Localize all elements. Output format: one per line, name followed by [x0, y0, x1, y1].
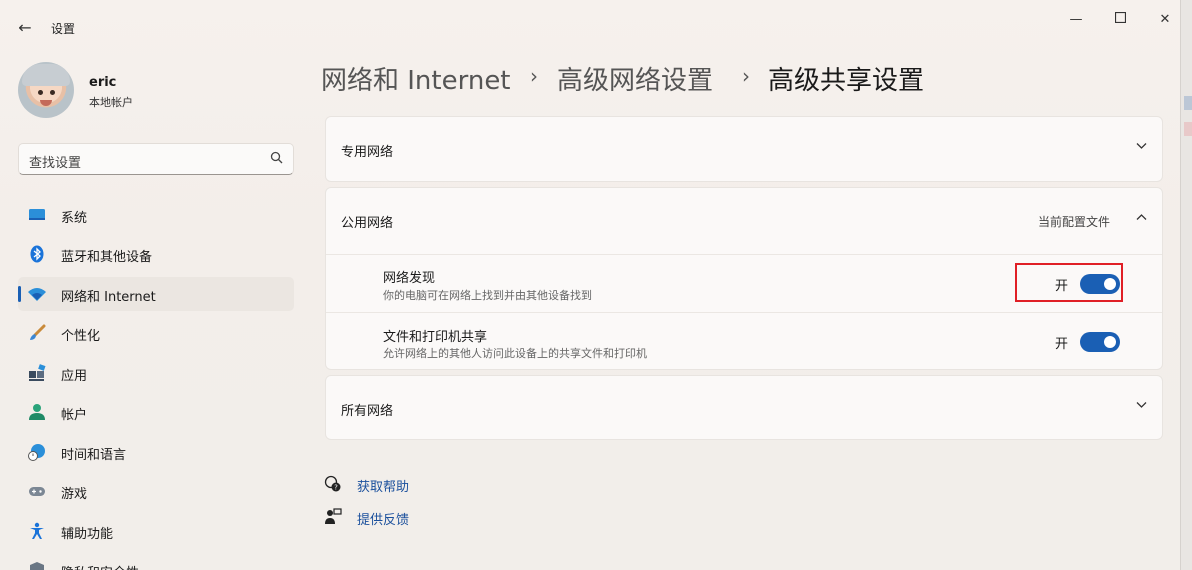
setting-description: 允许网络上的其他人访问此设备上的共享文件和打印机 — [383, 347, 647, 360]
feedback-link[interactable]: 提供反馈 — [357, 509, 409, 528]
all-networks-section[interactable]: 所有网络 — [325, 375, 1163, 440]
user-name: eric — [89, 75, 117, 90]
shield-icon — [28, 561, 46, 570]
wifi-icon — [28, 285, 46, 303]
sidebar-item-label: 帐户 — [61, 408, 88, 423]
brush-icon — [28, 324, 46, 342]
sidebar-item-personalization[interactable]: 个性化 — [18, 316, 294, 350]
setting-title: 文件和打印机共享 — [383, 330, 488, 345]
sidebar-item-label: 游戏 — [61, 487, 88, 502]
sidebar-item-label: 时间和语言 — [61, 448, 127, 463]
active-indicator — [18, 286, 21, 302]
accessibility-icon — [28, 522, 46, 540]
help-icon: ? — [324, 475, 342, 493]
breadcrumb-separator: › — [530, 64, 538, 88]
search-icon — [270, 151, 283, 168]
network-discovery-row: 网络发现 你的电脑可在网络上找到并由其他设备找到 开 — [326, 254, 1162, 312]
sidebar-item-label: 应用 — [61, 369, 88, 384]
page-title: 高级共享设置 — [768, 66, 925, 96]
setting-description: 你的电脑可在网络上找到并由其他设备找到 — [383, 289, 592, 302]
back-arrow-icon[interactable]: ← — [14, 17, 36, 39]
section-title: 所有网络 — [341, 404, 394, 419]
system-icon — [28, 206, 46, 224]
breadcrumb-separator: › — [742, 64, 750, 88]
sidebar-item-label: 系统 — [61, 211, 88, 226]
feedback-icon — [324, 508, 342, 526]
apps-icon — [28, 364, 46, 382]
gamepad-icon — [28, 482, 46, 500]
window-edge — [1180, 0, 1192, 570]
app-title: 设置 — [51, 22, 76, 36]
globe-clock-icon — [28, 443, 46, 461]
close-icon[interactable]: ✕ — [1155, 12, 1175, 28]
account-type: 本地帐户 — [89, 96, 133, 109]
sidebar-item-bluetooth[interactable]: 蓝牙和其他设备 — [18, 237, 294, 271]
bluetooth-icon — [28, 245, 46, 263]
svg-text:?: ? — [334, 484, 338, 492]
setting-title: 网络发现 — [383, 271, 436, 286]
breadcrumb-item[interactable]: 高级网络设置 — [557, 60, 713, 97]
highlight-box — [1015, 263, 1123, 302]
chevron-up-icon[interactable] — [1135, 211, 1148, 228]
section-title: 专用网络 — [341, 145, 394, 160]
avatar[interactable] — [18, 62, 74, 118]
sidebar-item-network[interactable]: 网络和 Internet — [18, 277, 294, 311]
edge-mark — [1184, 122, 1192, 136]
title-bar: ← 设置 — ✕ — [0, 0, 1180, 40]
file-printer-sharing-toggle[interactable] — [1080, 332, 1120, 352]
chevron-down-icon[interactable] — [1135, 139, 1148, 156]
sidebar-item-privacy[interactable]: 隐私和安全性 — [18, 553, 294, 570]
sidebar-item-label: 蓝牙和其他设备 — [61, 250, 153, 265]
sidebar-item-label: 辅助功能 — [61, 527, 114, 542]
private-network-section[interactable]: 专用网络 — [325, 116, 1163, 182]
sidebar-item-label: 隐私和安全性 — [61, 562, 139, 570]
toggle-state-label: 开 — [1055, 337, 1069, 352]
public-network-section: 公用网络 当前配置文件 网络发现 你的电脑可在网络上找到并由其他设备找到 开 文… — [325, 187, 1163, 370]
sidebar-item-time-language[interactable]: 时间和语言 — [18, 435, 294, 469]
chevron-down-icon[interactable] — [1135, 398, 1148, 415]
edge-mark — [1184, 96, 1192, 110]
settings-window: ← 设置 — ✕ eric 本地帐户 查找设置 系统 蓝牙和其他设备 网络和 I… — [0, 0, 1192, 570]
search-placeholder: 查找设置 — [29, 156, 82, 171]
sidebar-item-apps[interactable]: 应用 — [18, 356, 294, 390]
file-printer-sharing-row: 文件和打印机共享 允许网络上的其他人访问此设备上的共享文件和打印机 开 — [326, 312, 1162, 370]
get-help-link[interactable]: 获取帮助 — [357, 476, 409, 495]
sidebar-item-gaming[interactable]: 游戏 — [18, 474, 294, 508]
sidebar-item-accessibility[interactable]: 辅助功能 — [18, 514, 294, 548]
section-title: 公用网络 — [341, 216, 394, 231]
current-profile-label: 当前配置文件 — [1038, 215, 1111, 229]
search-input[interactable]: 查找设置 — [18, 143, 294, 175]
breadcrumb-item[interactable]: 网络和 Internet — [321, 60, 511, 97]
sidebar-item-accounts[interactable]: 帐户 — [18, 395, 294, 429]
sidebar-item-system[interactable]: 系统 — [18, 198, 294, 232]
maximize-icon[interactable] — [1110, 11, 1130, 28]
minimize-icon[interactable]: — — [1066, 12, 1086, 28]
sidebar-item-label: 网络和 Internet — [61, 290, 156, 305]
account-icon — [28, 403, 46, 421]
sidebar-item-label: 个性化 — [61, 329, 101, 344]
toggle-knob — [1104, 336, 1116, 348]
